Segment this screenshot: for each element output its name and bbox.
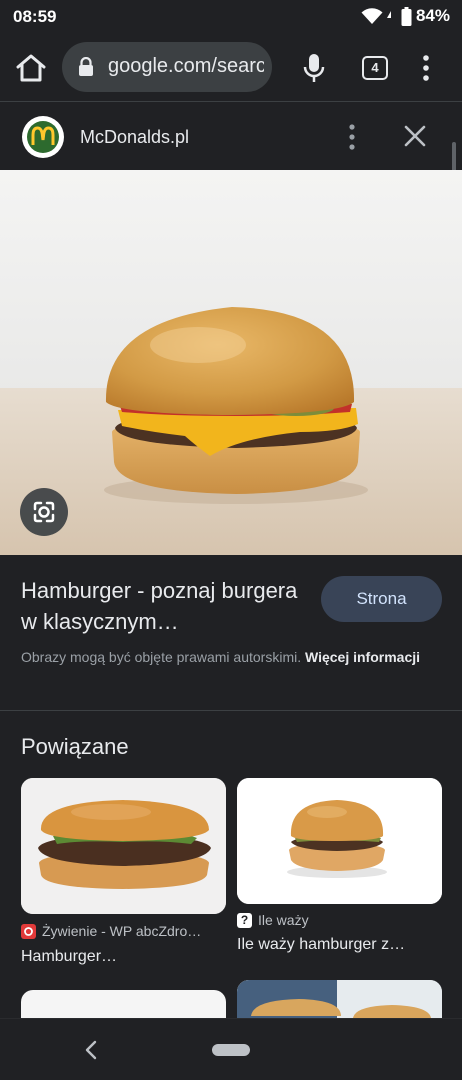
result-info: Hamburger - poznaj burgera w klasycznym……: [0, 555, 462, 710]
home-icon: [16, 54, 46, 82]
status-time: 08:59: [13, 7, 57, 26]
status-bar: 08:59 84%: [0, 0, 462, 34]
lock-icon: [79, 57, 93, 76]
viewer-more-button[interactable]: [344, 123, 360, 151]
related-card-source-text-1: Żywienie - WP abcZdro…: [42, 923, 202, 939]
system-nav-bar: [0, 1018, 462, 1080]
system-back-button[interactable]: [80, 1039, 102, 1061]
related-heading: Powiązane: [21, 734, 129, 759]
tab-switcher-button[interactable]: 4: [362, 56, 388, 80]
question-favicon-icon: ?: [237, 912, 252, 928]
back-icon: [85, 1040, 97, 1060]
related-card-source-1: Żywienie - WP abcZdro…: [21, 923, 226, 939]
more-vert-icon: [423, 55, 429, 81]
wp-favicon-icon: [21, 923, 36, 939]
url-text: google.com/search?: [108, 55, 264, 77]
close-icon: [404, 125, 426, 147]
lens-search-button[interactable]: [20, 488, 68, 536]
browser-toolbar: google.com/search? 4: [0, 34, 462, 102]
tab-count: 4: [371, 60, 379, 75]
address-bar[interactable]: google.com/search?: [62, 42, 272, 92]
related-card-title-2[interactable]: Ile waży hamburger z…: [237, 936, 442, 954]
battery-percent: 84%: [415, 6, 450, 25]
home-button[interactable]: [14, 52, 48, 84]
copyright-notice: Obrazy mogą być objęte prawami autorskim…: [21, 647, 441, 668]
system-home-pill[interactable]: [212, 1044, 250, 1056]
image-source-header: McDonalds.pl: [0, 103, 462, 170]
related-card-source-2: ? Ile waży: [237, 912, 442, 928]
copyright-text: Obrazy mogą być objęte prawami autorskim…: [21, 649, 302, 665]
related-card-image-2[interactable]: [237, 778, 442, 904]
viewer-close-button[interactable]: [402, 123, 428, 149]
browser-menu-button[interactable]: [418, 54, 434, 82]
related-card-source-text-2: Ile waży: [258, 912, 309, 928]
status-icons: 84%: [361, 6, 450, 26]
battery-icon: [401, 6, 412, 26]
hero-image-hamburger[interactable]: [0, 170, 462, 555]
copyright-more-info-link[interactable]: Więcej informacji: [305, 649, 420, 665]
wifi-icon: [361, 8, 383, 24]
more-vert-icon: [349, 124, 355, 150]
section-divider: [0, 710, 462, 711]
source-name[interactable]: McDonalds.pl: [80, 127, 189, 148]
related-card-title-1[interactable]: Hamburger…: [21, 948, 226, 966]
mic-icon: [303, 54, 325, 82]
mcdonalds-logo: [22, 116, 64, 158]
related-card-image-1[interactable]: [21, 778, 226, 914]
result-title[interactable]: Hamburger - poznaj burgera w klasycznym…: [21, 575, 301, 637]
lens-icon: [33, 501, 55, 523]
visit-page-button[interactable]: Strona: [321, 576, 442, 622]
signal-icon: [386, 11, 391, 18]
golden-arches-icon: [31, 126, 55, 145]
voice-search-button[interactable]: [300, 52, 328, 84]
